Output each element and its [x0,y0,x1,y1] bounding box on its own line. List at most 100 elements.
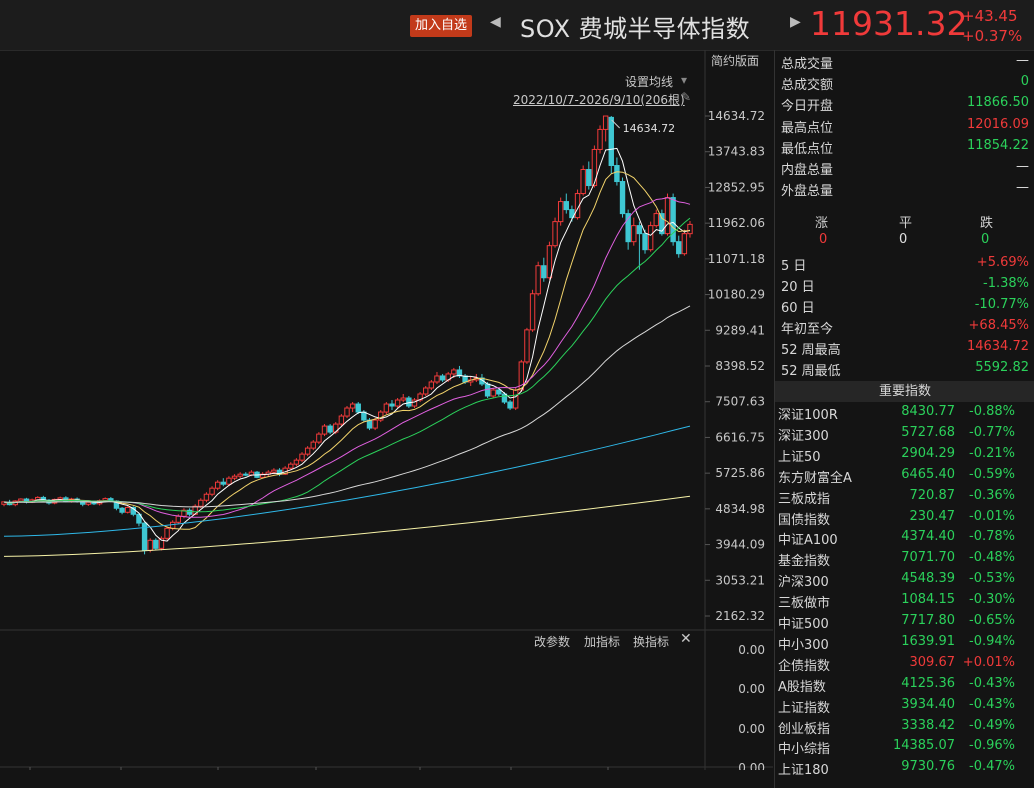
close-icon[interactable]: ✕ [680,631,692,647]
candle-body [591,148,598,187]
y-tick-label: 11071.18 [708,252,765,266]
index-row[interactable]: 沪深300 4548.39 -0.53% [778,571,1033,592]
candle-body [676,241,682,255]
index-row[interactable]: 上证指数 3934.40 -0.43% [778,697,1033,718]
index-change: -0.43% [969,675,1015,691]
candle-body [203,493,210,501]
candlestick-chart[interactable]: 14634.72 13743.83 12852.95 11962.06 11071.18… [0,50,773,770]
dropdown-icon[interactable]: ▾ [681,73,687,87]
pin-icon[interactable]: ✎ [681,90,691,104]
stat-value: +68.45% [968,318,1029,333]
index-row[interactable]: 企债指数 309.67 +0.01% [778,655,1033,676]
add-to-watchlist-button[interactable]: 加入自选 [410,15,473,37]
stat-row[interactable]: 60 日 -10.77% [781,297,1029,317]
candle-body [501,393,508,403]
prev-arrow-icon[interactable]: ◀ [490,14,501,30]
y-tick-label: 3944.09 [715,538,765,552]
stat-row[interactable]: 52 周最低 5592.82 [781,360,1029,380]
stat-row[interactable]: 总成交量 — [781,53,1029,73]
candle-body [535,265,541,295]
candle-body [642,233,648,251]
index-price: 1639.91 [901,633,955,649]
index-row[interactable]: A股指数 4125.36 -0.43% [778,676,1033,697]
switch-indicator-button[interactable]: 换指标 [633,633,669,650]
add-indicator-button[interactable]: 加指标 [584,633,620,650]
breadth-label: 涨 [815,216,829,231]
edit-params-button[interactable]: 改参数 [534,633,570,650]
y-tick-label: 14634.72 [708,109,765,123]
candle-body [557,201,564,223]
index-row[interactable]: 中小综指 14385.07 -0.96% [778,738,1033,759]
stat-row[interactable]: 最低点位 11854.22 [781,138,1029,158]
index-row[interactable]: 创业板指 3338.42 -0.49% [778,718,1033,739]
stat-row[interactable]: 20 日 -1.38% [781,276,1029,296]
index-row[interactable]: 三板做市 1084.15 -0.30% [778,592,1033,613]
stat-value: — [1016,159,1029,174]
simple-layout-button[interactable]: 简约版面 [711,52,759,69]
index-name: 国债指数 [778,512,831,528]
y-tick-label: 4834.98 [715,502,765,516]
index-row[interactable]: 上证180 9730.76 -0.47% [778,759,1033,780]
stat-row[interactable]: 今日开盘 11866.50 [781,95,1029,115]
index-row[interactable]: 中证A100 4374.40 -0.78% [778,529,1033,550]
index-change: -0.48% [969,550,1015,566]
index-row[interactable]: 中小300 1639.91 -0.94% [778,634,1033,655]
index-row[interactable]: 上证50 2904.29 -0.21% [778,446,1033,467]
stat-row[interactable]: 外盘总量 — [781,180,1029,200]
ma5-line [3,147,691,542]
stat-label: 52 周最低 [781,364,841,379]
stat-value: 0 [1020,74,1029,90]
stat-label: 总成交额 [781,78,834,94]
candle-body [327,425,333,433]
index-price: 4374.40 [901,529,955,545]
stat-row[interactable]: 年初至今 +68.45% [781,318,1029,338]
stat-value: 11866.50 [966,95,1029,111]
candle-body [552,221,558,247]
candle-body [310,441,316,449]
candle-body [664,197,671,235]
candle-body [687,223,693,235]
stat-row[interactable]: 52 周最高 14634.72 [781,339,1029,359]
y-tick-label: 2162.32 [715,609,765,623]
candle-body [451,369,457,375]
next-arrow-icon[interactable]: ▶ [790,14,801,30]
stat-value: 11854.22 [966,137,1029,153]
candle-body [299,453,305,461]
index-change: -0.30% [969,592,1015,608]
index-name: 上证指数 [778,700,831,716]
index-name: 中证500 [778,617,829,632]
sub-y-tick-label: 0.00 [738,761,765,770]
candle-body [153,539,159,549]
candle-body [18,498,24,502]
candle-body [349,403,356,409]
stat-label: 20 日 [781,280,815,295]
candle-body [198,499,204,507]
index-change: -0.36% [969,487,1015,503]
index-name: 中小综指 [778,742,831,758]
index-price: 9730.76 [901,759,955,775]
chart-area[interactable]: 14634.72 13743.83 12852.95 11962.06 11071.18… [0,50,773,770]
index-row[interactable]: 基金指数 7071.70 -0.48% [778,550,1033,571]
candle-body [546,245,553,279]
index-row[interactable]: 中证500 7717.80 -0.65% [778,613,1033,634]
candle-body [653,213,659,227]
index-row[interactable]: 深证300 5727.68 -0.77% [778,425,1033,446]
range-label[interactable]: 2022/10/7-2026/9/10(206根) [513,91,685,108]
candle-body [602,115,609,130]
candle-body [619,181,626,215]
candle-body [434,375,440,383]
stat-row[interactable]: 总成交额 0 [781,74,1029,94]
index-row[interactable]: 国债指数 230.47 -0.01% [778,509,1033,530]
y-tick-label: 8398.52 [715,359,765,373]
index-row[interactable]: 东方财富全A 6465.40 -0.59% [778,467,1033,488]
breadth-label: 平 [899,216,913,231]
stat-row[interactable]: 5 日 +5.69% [781,255,1029,275]
ma-settings-button[interactable]: 设置均线 [625,73,673,90]
stat-label: 外盘总量 [781,184,834,200]
stat-row[interactable]: 内盘总量 — [781,159,1029,179]
stat-row[interactable]: 最高点位 12016.09 [781,117,1029,137]
index-row[interactable]: 深证100R 8430.77 -0.88% [778,404,1033,425]
index-name: 三板成指 [778,491,831,507]
change-percent: +0.37% [962,27,1023,45]
index-row[interactable]: 三板成指 720.87 -0.36% [778,488,1033,509]
